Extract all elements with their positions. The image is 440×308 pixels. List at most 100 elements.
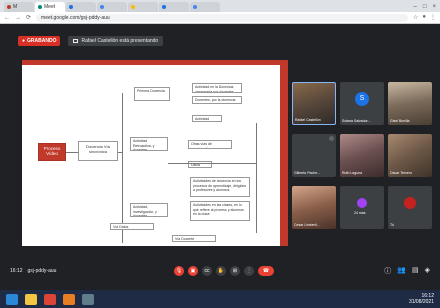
call-controls: 🎙 ▣ cc ✋ ⊞ ⋮ ☎ (174, 266, 274, 276)
tab-favicon-icon (100, 4, 104, 9)
window-controls: – □ × (414, 4, 440, 12)
camera-toggle-button[interactable]: ▣ (188, 266, 198, 276)
meeting-time: 16:12 (10, 268, 23, 274)
presenter-indicator: Rafael Castellón está presentando (68, 36, 164, 46)
system-clock: 16:12 31/08/2021 (408, 293, 434, 305)
self-tile[interactable]: Tú (388, 186, 432, 229)
participant-tile[interactable]: Ruth Laguna (340, 134, 384, 177)
forward-arrow-icon[interactable]: → (15, 15, 21, 21)
participant-tile[interactable]: S Solana Salvador... (340, 82, 384, 125)
browser-extensions: ☆ ● ⋮ (413, 14, 436, 21)
slide-side-band (280, 65, 288, 246)
participant-name: Solana Salvador... (342, 119, 371, 123)
slide-node: Actividades de docencia en los procesos … (190, 177, 250, 197)
maximize-button[interactable]: □ (423, 4, 427, 10)
participant-tile[interactable]: Cesar Umberti... (292, 186, 336, 229)
tab-favicon-icon (69, 4, 73, 9)
address-bar: ← → ⟳ meet.google.com/gsj-pddy-auu ☆ ● ⋮ (0, 12, 440, 24)
participant-grid: Rafael Castellón S Solana Salvador... Gi… (292, 82, 432, 238)
slide-node: Actividad, investigación, y docentes (130, 203, 168, 217)
slide-center-node: Docencia Vía sincrónica (78, 141, 118, 161)
record-dot-icon: ● (22, 38, 26, 44)
slide-node: Actividades en las clases, en lo que ref… (190, 201, 250, 221)
people-icon[interactable]: 👥 (397, 266, 406, 276)
file-explorer-icon[interactable] (25, 293, 37, 305)
captions-button[interactable]: cc (202, 266, 212, 276)
close-window-button[interactable]: × (432, 4, 436, 10)
participant-tile[interactable]: Oscar Tercero (388, 134, 432, 177)
slide-node: Vía Docente (172, 235, 216, 242)
meet-top-bar: ● GRABANDO Rafael Castellón está presenta… (0, 24, 440, 58)
meeting-code: gsj-pddy-auu (27, 268, 57, 274)
self-avatar (404, 197, 416, 210)
participant-name: Oscar Tercero (390, 171, 412, 175)
browser-tab-3[interactable] (66, 2, 96, 12)
connector-line (66, 152, 78, 153)
slide-root-node: Proceso Vídeo (38, 143, 66, 161)
avatar-stack-icon (357, 198, 367, 209)
avatar: S (355, 92, 369, 107)
present-button[interactable]: ⊞ (230, 266, 240, 276)
tab-favicon-icon (193, 4, 197, 9)
participant-tile[interactable]: Rafael Castellón (292, 82, 336, 125)
participant-name: Tú (390, 223, 395, 227)
slide-node: Primera Docencia (134, 87, 170, 101)
slide-node: Actividad Retroactiva, y docentes, inves… (130, 137, 168, 151)
reload-icon[interactable]: ⟳ (26, 14, 31, 21)
info-icon[interactable]: ⓘ (384, 266, 391, 276)
side-panel-controls: ⓘ 👥 ▤ ◈ (384, 266, 430, 276)
slide-node: Docentes, por la docencia de docentes (192, 96, 242, 104)
raise-hand-button[interactable]: ✋ (216, 266, 226, 276)
browser-tab-meet[interactable]: Meet (35, 2, 65, 12)
browser-tab-7[interactable] (190, 2, 220, 12)
connector-line (118, 152, 122, 153)
tab-favicon-icon (7, 4, 11, 9)
participant-name: Ruth Laguna (342, 171, 363, 175)
browser-tab-strip: M Meet – □ × (0, 0, 440, 12)
more-participants-tile[interactable]: 24 más (340, 186, 384, 229)
menu-dots-icon[interactable]: ⋮ (430, 14, 436, 21)
connector-line (256, 123, 257, 233)
mic-toggle-button[interactable]: 🎙 (174, 266, 184, 276)
browser-tab-5[interactable] (128, 2, 158, 12)
slide-node: Actividad (192, 115, 222, 122)
browser-tab-6[interactable] (159, 2, 189, 12)
mic-off-icon (329, 136, 334, 141)
start-button[interactable] (6, 293, 18, 305)
connector-line (168, 163, 256, 164)
meeting-controls-bar: 16:12 gsj-pddy-auu 🎙 ▣ cc ✋ ⊞ ⋮ ☎ ⓘ 👥 ▤ … (0, 258, 440, 284)
participant-name: Cesar Umberti... (294, 223, 320, 227)
activities-icon[interactable]: ◈ (425, 266, 430, 276)
browser-tab-1[interactable]: M (4, 2, 34, 12)
app-icon[interactable] (82, 293, 94, 305)
presented-slide: Proceso Vídeo Docencia Vía sincrónica Pr… (22, 60, 288, 246)
back-arrow-icon[interactable]: ← (4, 15, 10, 21)
app-icon[interactable] (63, 293, 75, 305)
recording-badge: ● GRABANDO (18, 36, 61, 46)
browser-tab-4[interactable] (97, 2, 127, 12)
star-icon[interactable]: ☆ (413, 14, 418, 21)
tab-favicon-icon (162, 4, 166, 9)
chat-icon[interactable]: ▤ (412, 266, 419, 276)
connector-line (122, 93, 123, 243)
os-taskbar: 16:12 31/08/2021 (0, 290, 440, 308)
tab-favicon-icon (131, 4, 135, 9)
chrome-icon[interactable] (44, 293, 56, 305)
meet-favicon-icon (38, 4, 42, 9)
slide-node: Vía Datos (110, 223, 154, 230)
end-call-button[interactable]: ☎ (258, 266, 274, 276)
more-participants-label: 24 más (354, 211, 366, 215)
meeting-details: 16:12 gsj-pddy-auu (10, 268, 160, 274)
profile-icon[interactable]: ● (422, 14, 426, 21)
slide-node: Actividad en la Docencia, organizada por… (192, 83, 242, 93)
url-input[interactable]: meet.google.com/gsj-pddy-auu (36, 13, 408, 22)
more-options-button[interactable]: ⋮ (244, 266, 254, 276)
participant-name: Rafael Castellón (295, 118, 321, 122)
participant-tile[interactable]: Gilberto Pache... (292, 134, 336, 177)
participant-name: Gisel Bonilla (390, 119, 410, 123)
present-screen-icon (73, 39, 79, 43)
slide-node: Otras vías de construcción, Participació… (188, 140, 232, 149)
minimize-button[interactable]: – (414, 4, 417, 10)
participant-tile[interactable]: Gisel Bonilla (388, 82, 432, 125)
participant-name: Gilberto Pache... (294, 171, 321, 175)
